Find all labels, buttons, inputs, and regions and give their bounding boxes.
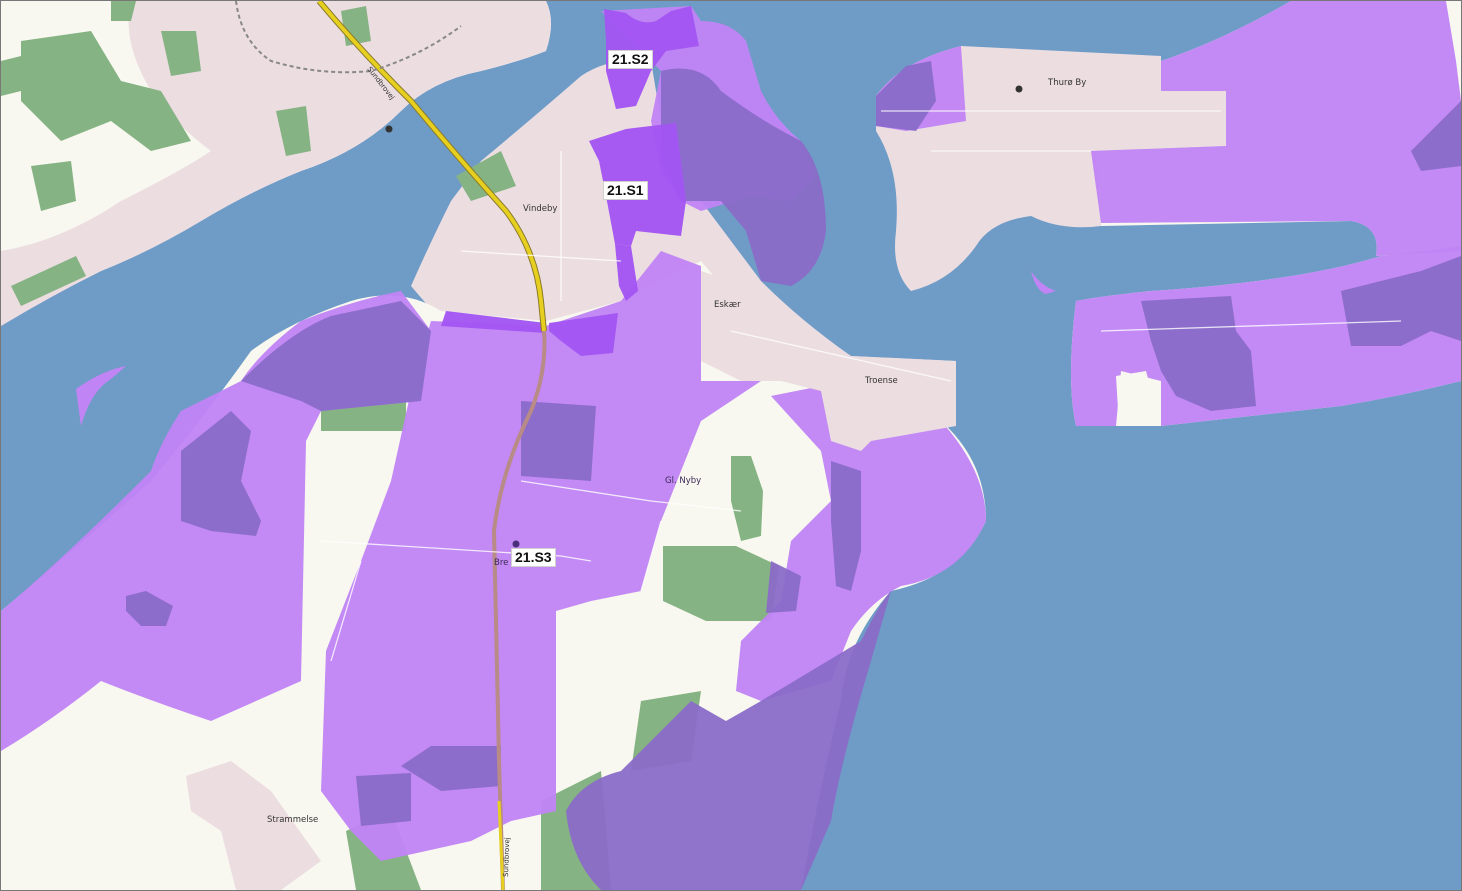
church-icon-thuro	[1015, 85, 1023, 93]
zone-medium-central-1	[521, 401, 596, 481]
church-icon-bregninge	[512, 540, 520, 548]
place-label-thuro-by: Thurø By	[1047, 78, 1086, 88]
place-label-strammelse: Strammelse	[267, 815, 318, 825]
road-label-sundbrovej-south: Sundbrovej	[502, 837, 511, 877]
place-label-troense: Troense	[864, 376, 898, 386]
north-forest-7	[1, 56, 21, 96]
zone-label-21-s2[interactable]: 21.S2	[608, 50, 653, 69]
place-label-bregninge: Bre	[494, 558, 508, 568]
zone-label-21-s3[interactable]: 21.S3	[511, 548, 556, 567]
map-canvas[interactable]: Vindeby Eskær Troense Thurø By Gl. Nyby …	[1, 1, 1461, 890]
zone-label-21-s1[interactable]: 21.S1	[603, 181, 648, 200]
place-label-gl-nyby: Gl. Nyby	[665, 476, 701, 486]
place-label-eskaer: Eskær	[714, 300, 741, 310]
map-view[interactable]: Vindeby Eskær Troense Thurø By Gl. Nyby …	[0, 0, 1462, 891]
church-icon-svendborg	[385, 125, 393, 133]
zone-medium-central-3	[356, 773, 411, 826]
place-label-vindeby: Vindeby	[523, 204, 557, 214]
